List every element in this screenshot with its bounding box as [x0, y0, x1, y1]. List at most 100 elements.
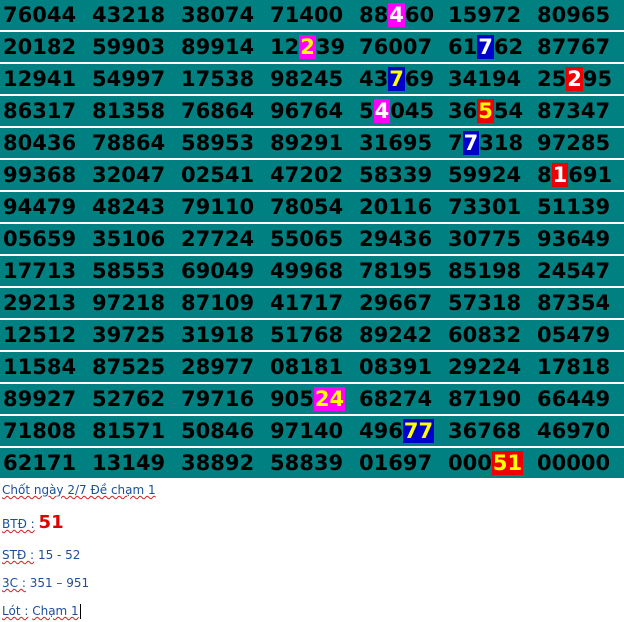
grid-row: 12941 54997 17538 98245 43769 34194 25295	[0, 64, 624, 96]
grid-cell: 47202	[270, 163, 344, 187]
grid-cell: 36554	[448, 99, 524, 123]
grid-cell: 00000	[537, 451, 611, 475]
grid-cell: 30775	[448, 227, 522, 251]
grid-cell: 76044	[3, 3, 77, 27]
note-btd-label: BTĐ :	[2, 517, 35, 531]
grid-cell: 17818	[537, 355, 611, 379]
grid-cell: 99368	[3, 163, 77, 187]
grid-cell: 01697	[359, 451, 433, 475]
grid-cell: 24547	[537, 259, 611, 283]
grid-cell: 80436	[3, 131, 77, 155]
highlighted-digits: 4	[373, 99, 391, 123]
grid-cell: 54045	[359, 99, 435, 123]
grid-cell: 13149	[92, 451, 166, 475]
grid-cell: 78864	[92, 131, 166, 155]
grid-row: 12512 39725 31918 51768 89242 60832 05479	[0, 320, 624, 352]
grid-cell: 62171	[3, 451, 77, 475]
highlighted-digits: 77	[402, 419, 435, 443]
grid-row: 20182 59903 89914 12239 76007 61762 87767	[0, 32, 624, 64]
grid-row: 99368 32047 02541 47202 58339 59924 81691	[0, 160, 624, 192]
grid-cell: 55065	[270, 227, 344, 251]
grid-cell: 29213	[3, 291, 77, 315]
grid-cell: 31918	[181, 323, 255, 347]
grid-cell: 86317	[3, 99, 77, 123]
grid-cell: 51139	[537, 195, 611, 219]
grid-cell: 05479	[537, 323, 611, 347]
highlighted-digits: 4	[388, 3, 405, 27]
grid-cell: 31695	[359, 131, 433, 155]
grid-cell: 11584	[3, 355, 77, 379]
grid-cell: 87354	[537, 291, 611, 315]
highlighted-digits: 2	[566, 67, 583, 91]
number-grid: 76044 43218 38074 71400 88460 15972 80965 20182…	[0, 0, 624, 480]
grid-row: 17713 58553 69049 49968 78195 85198 24547	[0, 256, 624, 288]
grid-cell: 93649	[537, 227, 611, 251]
grid-cell: 77318	[448, 131, 524, 155]
grid-cell: 78195	[359, 259, 433, 283]
highlighted-digits: 2	[299, 35, 316, 59]
highlighted-digits: 7	[477, 35, 494, 59]
grid-cell: 85198	[448, 259, 522, 283]
grid-cell: 69049	[181, 259, 255, 283]
grid-cell: 29667	[359, 291, 433, 315]
note-line-std: STĐ : 15 - 52	[2, 548, 80, 562]
grid-cell: 51768	[270, 323, 344, 347]
grid-cell: 05659	[3, 227, 77, 251]
grid-cell: 79110	[181, 195, 255, 219]
grid-cell: 58553	[92, 259, 166, 283]
grid-cell: 61762	[448, 35, 524, 59]
highlighted-digits: 7	[388, 67, 405, 91]
grid-cell: 81571	[92, 419, 166, 443]
grid-cell: 71400	[270, 3, 344, 27]
grid-cell: 41717	[270, 291, 344, 315]
grid-cell: 58953	[181, 131, 255, 155]
highlighted-digits: 5	[477, 99, 494, 123]
grid-cell: 58339	[359, 163, 433, 187]
text-cursor	[79, 604, 81, 619]
grid-cell: 58839	[270, 451, 344, 475]
grid-cell: 48243	[92, 195, 166, 219]
grid-cell: 25295	[537, 67, 613, 91]
grid-cell: 59924	[448, 163, 522, 187]
grid-cell: 76864	[181, 99, 255, 123]
grid-cell: 15972	[448, 3, 522, 27]
grid-row: 11584 87525 28977 08181 08391 29224 17818	[0, 352, 624, 384]
grid-cell: 97140	[270, 419, 344, 443]
grid-cell: 29224	[448, 355, 522, 379]
grid-cell: 79716	[181, 387, 255, 411]
grid-cell: 87525	[92, 355, 166, 379]
grid-cell: 43769	[359, 67, 435, 91]
highlighted-digits: 1	[551, 163, 569, 187]
grid-cell: 32047	[92, 163, 166, 187]
grid-cell: 08181	[270, 355, 344, 379]
grid-row: 05659 35106 27724 55065 29436 30775 93649	[0, 224, 624, 256]
grid-cell: 60832	[448, 323, 522, 347]
grid-cell: 81691	[537, 163, 613, 187]
note-std-value: 15 - 52	[37, 548, 81, 562]
grid-cell: 76007	[359, 35, 433, 59]
note-lot-value: Chạm 1	[32, 604, 79, 618]
grid-cell: 43218	[92, 3, 166, 27]
grid-cell: 81358	[92, 99, 166, 123]
grid-cell: 71808	[3, 419, 77, 443]
note-lot-label: Lót :	[2, 604, 29, 618]
note-std-label: STĐ :	[2, 548, 35, 562]
grid-row: 71808 81571 50846 97140 49677 36768 46970	[0, 416, 624, 448]
grid-cell: 68274	[359, 387, 433, 411]
grid-cell: 78054	[270, 195, 344, 219]
note-line-btd: BTĐ : 51	[2, 512, 64, 533]
grid-cell: 87109	[181, 291, 255, 315]
grid-cell: 29436	[359, 227, 433, 251]
note-line-lot[interactable]: Lót : Chạm 1	[2, 604, 81, 619]
grid-row: 94479 48243 79110 78054 20116 73301 51139	[0, 192, 624, 224]
grid-row: 80436 78864 58953 89291 31695 77318 97285	[0, 128, 624, 160]
grid-cell: 80965	[537, 3, 611, 27]
grid-cell: 17538	[181, 67, 255, 91]
grid-cell: 38892	[181, 451, 255, 475]
grid-cell: 88460	[359, 3, 435, 27]
grid-cell: 89914	[181, 35, 255, 59]
grid-cell: 38074	[181, 3, 255, 27]
grid-cell: 73301	[448, 195, 522, 219]
grid-row: 29213 97218 87109 41717 29667 57318 87354	[0, 288, 624, 320]
grid-cell: 35106	[92, 227, 166, 251]
